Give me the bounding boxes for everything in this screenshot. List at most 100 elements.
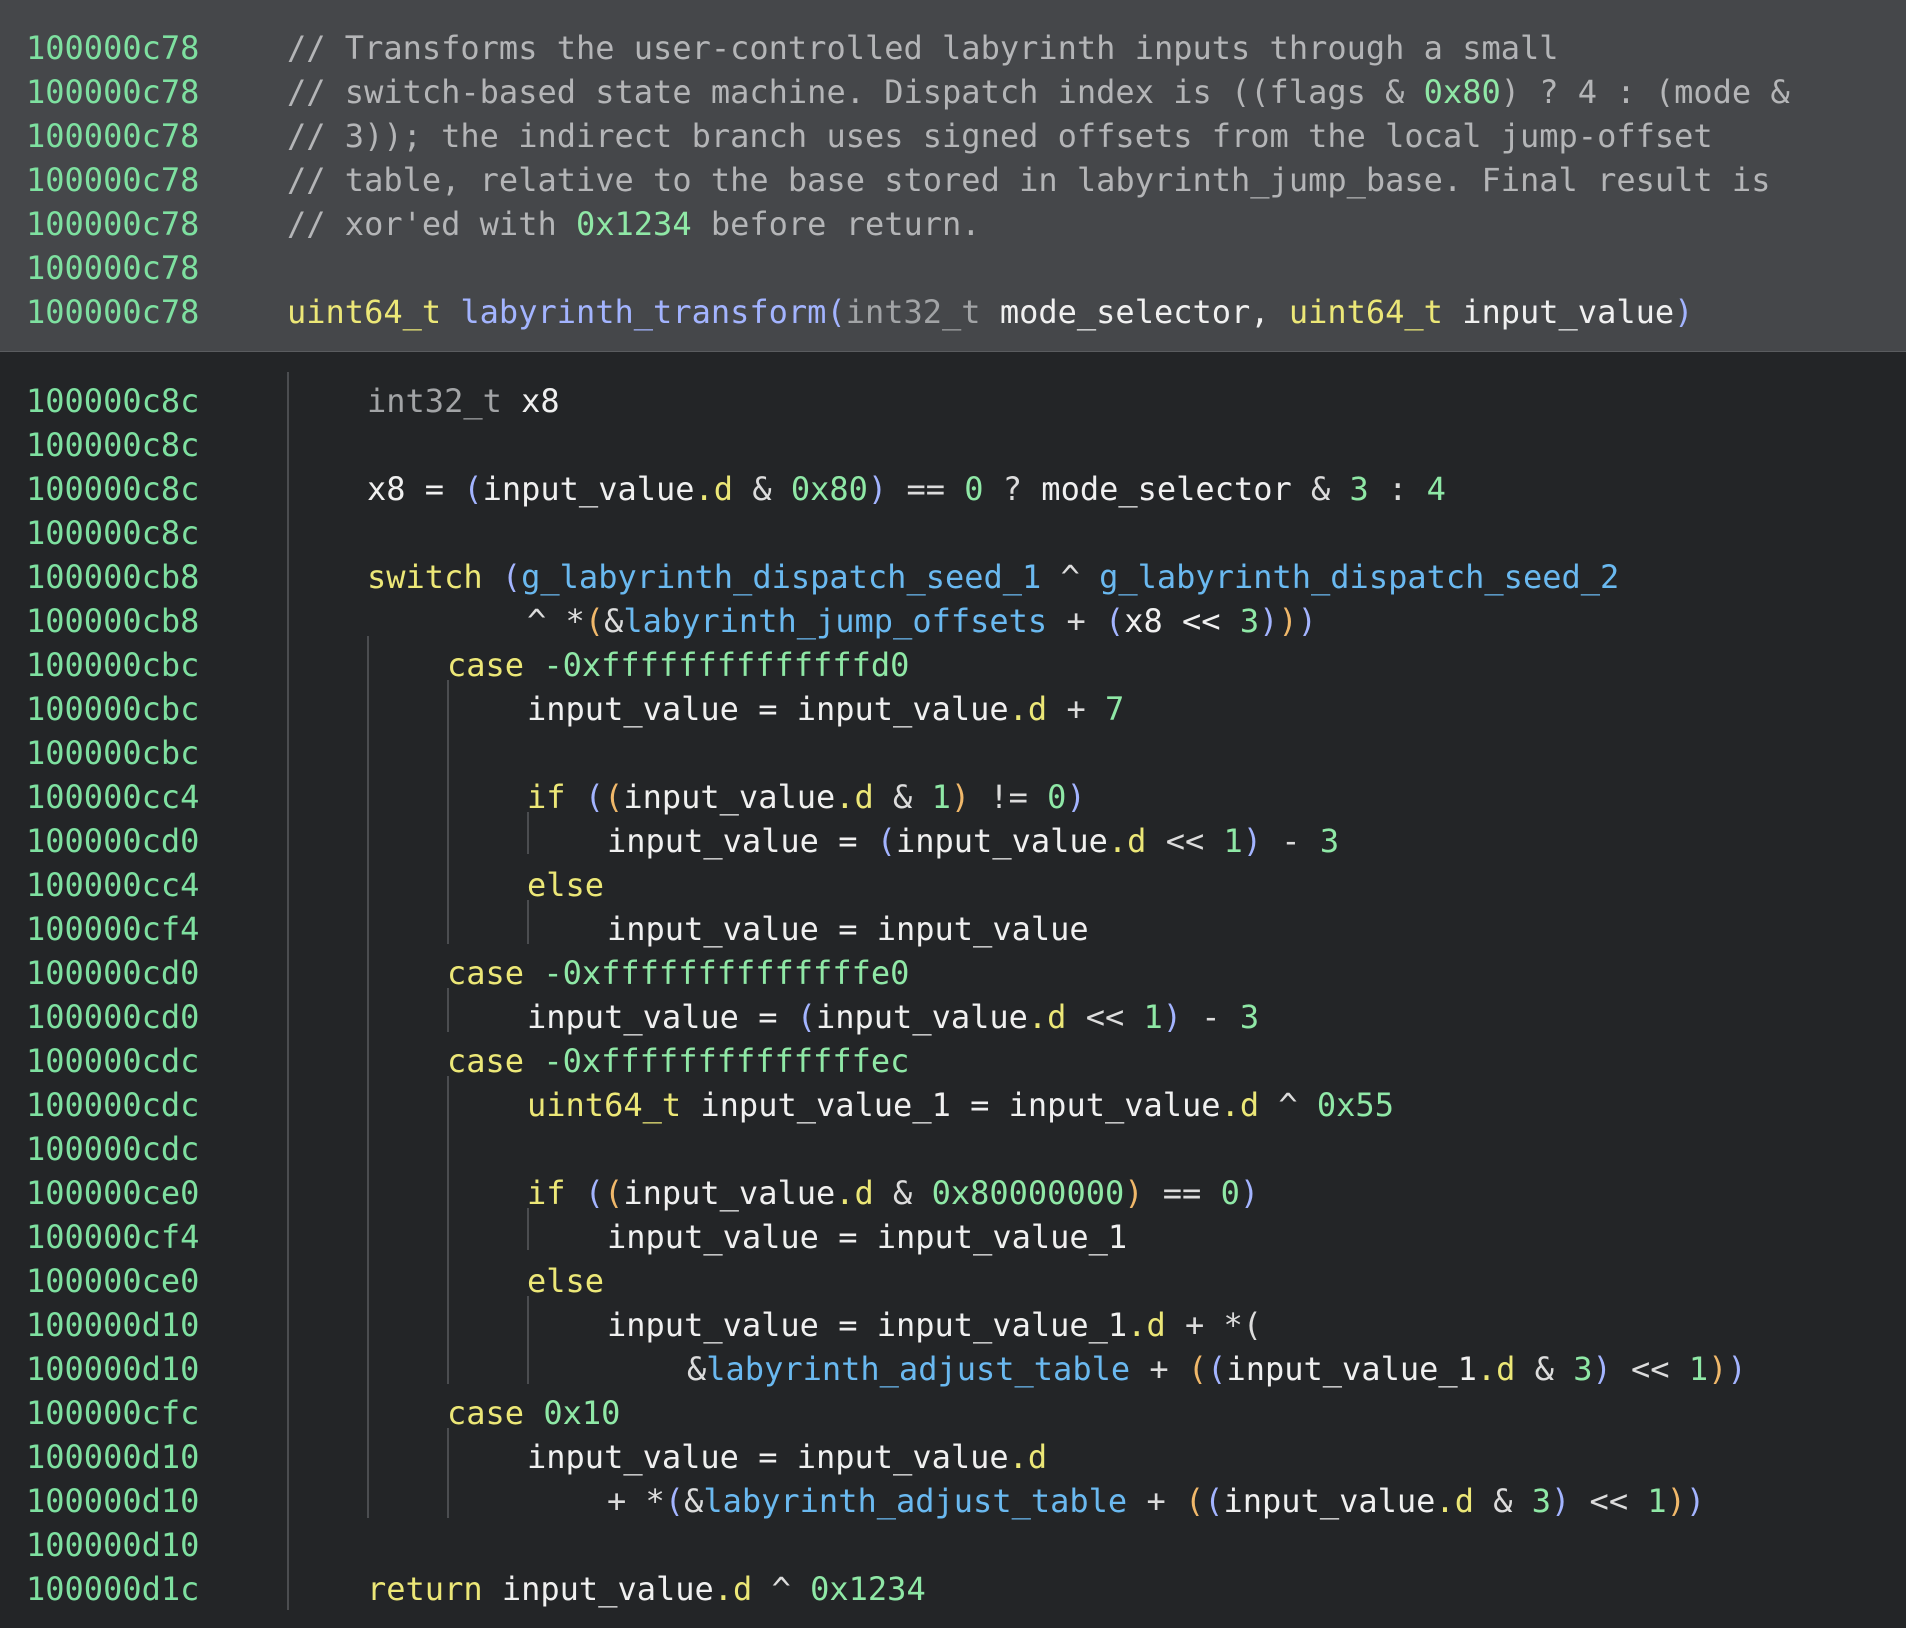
code-token[interactable]: // Transforms the user-controlled labyri…: [287, 29, 1559, 67]
code-token[interactable]: [566, 778, 585, 816]
code-token[interactable]: (: [826, 293, 845, 331]
code-token[interactable]: 0: [964, 470, 983, 508]
code-token[interactable]: ^: [1041, 558, 1099, 596]
code-token[interactable]: case: [447, 646, 524, 684]
line-address[interactable]: 100000cc4: [26, 863, 226, 907]
line-code[interactable]: &labyrinth_adjust_table + ((input_value_…: [687, 1347, 1747, 1391]
line-address[interactable]: 100000cd0: [26, 951, 226, 995]
code-token[interactable]: input_value = input_value: [527, 1438, 1009, 1476]
code-token[interactable]: .d: [1477, 1350, 1516, 1388]
code-token[interactable]: .d: [835, 1174, 874, 1212]
line-code[interactable]: uint64_t labyrinth_transform(int32_t mod…: [287, 290, 1693, 334]
code-token[interactable]: ): [1667, 1482, 1686, 1520]
code-token[interactable]: + *: [607, 1482, 665, 1520]
line-address[interactable]: 100000cfc: [26, 1391, 226, 1435]
code-token[interactable]: .d: [835, 778, 874, 816]
code-token[interactable]: uint64_t: [527, 1086, 681, 1124]
code-token[interactable]: ==: [1144, 1174, 1221, 1212]
code-token[interactable]: case: [447, 1394, 524, 1432]
line-address[interactable]: 100000c78: [26, 202, 226, 246]
code-token[interactable]: input_value =: [527, 998, 797, 1036]
code-token[interactable]: &: [1292, 470, 1350, 508]
code-token[interactable]: (: [1204, 1482, 1223, 1520]
code-token[interactable]: [524, 1042, 543, 1080]
code-token[interactable]: input_value: [623, 778, 835, 816]
code-token[interactable]: x8: [502, 382, 560, 420]
code-token[interactable]: // 3)); the indirect branch uses signed …: [287, 117, 1713, 155]
line-code[interactable]: case 0x10: [447, 1391, 620, 1435]
line-code[interactable]: switch (g_labyrinth_dispatch_seed_1 ^ g_…: [367, 555, 1619, 599]
code-token[interactable]: ): [1066, 778, 1085, 816]
line-code[interactable]: input_value = input_value.d + 7: [527, 687, 1124, 731]
line-address[interactable]: 100000c8c: [26, 423, 226, 467]
code-token[interactable]: input_value_1: [1226, 1350, 1476, 1388]
code-token[interactable]: ): [1278, 602, 1297, 640]
code-token[interactable]: 3: [1573, 1350, 1592, 1388]
code-token[interactable]: +: [1127, 1482, 1185, 1520]
code-token[interactable]: 0x10: [543, 1394, 620, 1432]
code-token[interactable]: labyrinth_adjust_table: [703, 1482, 1127, 1520]
code-token[interactable]: [524, 954, 543, 992]
code-token[interactable]: (: [1207, 1350, 1226, 1388]
code-token[interactable]: (: [502, 558, 521, 596]
code-token[interactable]: input_value = input_value: [607, 910, 1089, 948]
line-address[interactable]: 100000cd0: [26, 819, 226, 863]
line-address[interactable]: 100000d10: [26, 1347, 226, 1391]
code-token[interactable]: (: [585, 602, 604, 640]
code-token[interactable]: .d: [1221, 1086, 1260, 1124]
line-address[interactable]: 100000d1c: [26, 1567, 226, 1611]
code-token[interactable]: 3: [1320, 822, 1339, 860]
line-address[interactable]: 100000cdc: [26, 1039, 226, 1083]
code-token[interactable]: ): [1259, 602, 1278, 640]
code-token[interactable]: 3: [1532, 1482, 1551, 1520]
line-code[interactable]: else: [527, 863, 604, 907]
line-code[interactable]: input_value = input_value_1.d + *(: [607, 1303, 1262, 1347]
code-token[interactable]: ): [1551, 1482, 1570, 1520]
code-token[interactable]: (: [797, 998, 816, 1036]
code-token[interactable]: ): [868, 470, 887, 508]
code-token[interactable]: :: [1369, 470, 1427, 508]
code-token[interactable]: (: [877, 822, 896, 860]
code-token[interactable]: return: [367, 1570, 483, 1608]
code-token[interactable]: 0x80: [1424, 73, 1501, 111]
code-token[interactable]: (: [1105, 602, 1124, 640]
line-address[interactable]: 100000c78: [26, 158, 226, 202]
code-token[interactable]: (: [604, 1174, 623, 1212]
code-token[interactable]: &: [1474, 1482, 1532, 1520]
code-token[interactable]: <<: [1146, 822, 1223, 860]
code-token[interactable]: else: [527, 1262, 604, 1300]
code-token[interactable]: &: [733, 470, 791, 508]
code-token[interactable]: [524, 646, 543, 684]
code-token[interactable]: input_value = input_value: [527, 690, 1009, 728]
code-token[interactable]: -0xffffffffffffffd0: [543, 646, 909, 684]
code-token[interactable]: .d: [1108, 822, 1147, 860]
line-code[interactable]: // table, relative to the base stored in…: [287, 158, 1770, 202]
code-token[interactable]: -: [1182, 998, 1240, 1036]
code-token[interactable]: mode_selector,: [981, 293, 1289, 331]
line-code[interactable]: if ((input_value.d & 0x80000000) == 0): [527, 1171, 1259, 1215]
code-token[interactable]: &: [687, 1350, 706, 1388]
code-token[interactable]: <<: [1066, 998, 1143, 1036]
code-token[interactable]: mode_selector: [1041, 470, 1291, 508]
line-code[interactable]: input_value = input_value.d: [527, 1435, 1047, 1479]
code-token[interactable]: input_value: [896, 822, 1108, 860]
code-token[interactable]: case: [447, 1042, 524, 1080]
code-token[interactable]: .d: [1435, 1482, 1474, 1520]
code-token[interactable]: input_value = input_value_1: [607, 1218, 1127, 1256]
code-token[interactable]: else: [527, 866, 604, 904]
code-token[interactable]: 1: [1647, 1482, 1666, 1520]
line-address[interactable]: 100000cbc: [26, 731, 226, 775]
code-token[interactable]: 1: [932, 778, 951, 816]
line-address[interactable]: 100000c78: [26, 290, 226, 334]
code-token[interactable]: if: [527, 1174, 566, 1212]
code-token[interactable]: input_value: [483, 470, 695, 508]
line-code[interactable]: // Transforms the user-controlled labyri…: [287, 26, 1559, 70]
code-token[interactable]: &: [604, 602, 623, 640]
code-token[interactable]: uint64_t: [1289, 293, 1443, 331]
line-code[interactable]: // xor'ed with 0x1234 before return.: [287, 202, 981, 246]
code-token[interactable]: input_value_1 = input_value: [681, 1086, 1220, 1124]
code-token[interactable]: .d: [695, 470, 734, 508]
line-address[interactable]: 100000d10: [26, 1435, 226, 1479]
line-address[interactable]: 100000d10: [26, 1523, 226, 1567]
code-token[interactable]: -0xffffffffffffffe0: [543, 954, 909, 992]
